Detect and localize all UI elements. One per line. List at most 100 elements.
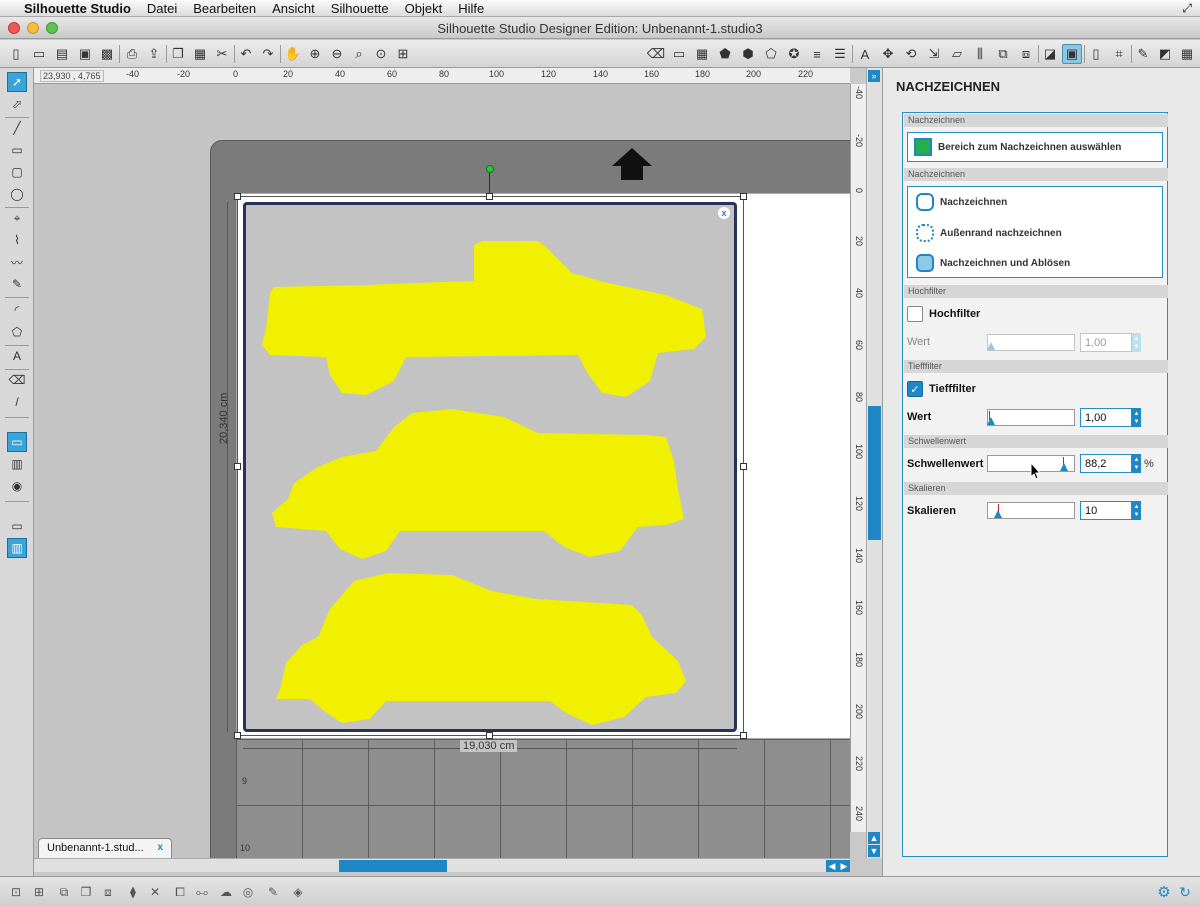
pan-hand-icon[interactable]: ✋	[283, 44, 303, 64]
point-edit-icon[interactable]: ⬀	[7, 94, 27, 114]
scroll-down-arrow-icon[interactable]: ▼	[868, 845, 880, 857]
polygon-tool-icon[interactable]: ⌖	[7, 208, 27, 228]
new-document-icon[interactable]: ▯	[6, 44, 26, 64]
grid-settings-icon[interactable]: ▦	[692, 44, 712, 64]
select-trace-area-button[interactable]: Bereich zum Nachzeichnen auswählen	[907, 132, 1163, 162]
menu-datei[interactable]: Datei	[139, 1, 185, 16]
scroll-left-arrow-icon[interactable]: ◀	[826, 860, 838, 872]
horizontal-scrollbar[interactable]: ◀ ▶	[34, 858, 850, 872]
menu-app-name[interactable]: Silhouette Studio	[16, 1, 139, 16]
release-compound-path-icon[interactable]: ❐	[76, 882, 96, 902]
zoom-selection-icon[interactable]: ⌕	[349, 44, 369, 64]
gear-icon[interactable]: ⚙	[1154, 882, 1174, 902]
highpass-slider-thumb[interactable]	[987, 342, 995, 350]
offset-shortcut-icon[interactable]: ◎	[238, 882, 258, 902]
resize-handle-s[interactable]	[486, 732, 493, 739]
highpass-value-input[interactable]: 1,00	[1080, 333, 1132, 352]
horizontal-scroll-thumb[interactable]	[339, 860, 447, 872]
offset-icon[interactable]: ◪	[1040, 44, 1060, 64]
fit-to-page-icon[interactable]: ⊞	[393, 44, 413, 64]
zoom-in-icon[interactable]: ⊕	[305, 44, 325, 64]
scroll-right-arrow-icon[interactable]: ▶	[838, 860, 850, 872]
document-tab[interactable]: Unbenannt-1.stud... x	[38, 838, 172, 858]
lowpass-slider-thumb[interactable]	[987, 417, 995, 425]
highpass-slider[interactable]	[987, 334, 1075, 351]
lowpass-slider[interactable]	[987, 409, 1075, 426]
duplicate-icon[interactable]: ⧫	[123, 882, 143, 902]
scale-icon[interactable]: ⇲	[924, 44, 944, 64]
trace-shortcut-icon[interactable]: ☁	[216, 882, 236, 902]
make-compound-path-icon[interactable]: ⧉	[54, 882, 74, 902]
scale-slider[interactable]	[987, 502, 1075, 519]
open-folder-icon[interactable]: ▭	[29, 44, 49, 64]
lowpass-stepper[interactable]: ▲ ▼	[1132, 408, 1141, 427]
knife-icon[interactable]: /	[7, 392, 27, 412]
save-to-library-icon[interactable]: ▩	[97, 44, 117, 64]
zoom-out-icon[interactable]: ⊖	[327, 44, 347, 64]
collapse-panel-icon[interactable]: »	[868, 70, 880, 82]
close-tab-icon[interactable]: x	[157, 842, 163, 853]
show-library-icon[interactable]: ▥	[7, 454, 27, 474]
delete-image-icon[interactable]: x	[718, 207, 730, 219]
save-icon[interactable]: ▣	[75, 44, 95, 64]
copy-icon[interactable]: ❐	[168, 44, 188, 64]
highpass-checkbox[interactable]	[907, 306, 923, 322]
ungroup-icon[interactable]: ⊞	[29, 882, 49, 902]
group-icon[interactable]: ⊡	[6, 882, 26, 902]
line-style-icon[interactable]: ☰	[830, 44, 850, 64]
trace-and-detach-option[interactable]: Nachzeichnen und Ablösen	[914, 250, 1070, 276]
vertical-scrollbar[interactable]: » ▲ ▼	[866, 68, 882, 858]
weld-icon[interactable]: ⧈	[98, 882, 118, 902]
menu-hilfe[interactable]: Hilfe	[450, 1, 492, 16]
resize-handle-w[interactable]	[234, 463, 241, 470]
menu-ansicht[interactable]: Ansicht	[264, 1, 323, 16]
fullscreen-icon[interactable]: ⤢	[1174, 1, 1200, 16]
show-cut-mat-icon[interactable]: ▭	[7, 432, 27, 452]
threshold-value-input[interactable]: 88,2	[1080, 454, 1132, 473]
resize-handle-sw[interactable]	[234, 732, 241, 739]
resize-handle-ne[interactable]	[740, 193, 747, 200]
design-store-icon[interactable]: ◩	[1155, 44, 1175, 64]
align-icon[interactable]: ⫼	[970, 44, 990, 64]
rectangle-tool-icon[interactable]: ▭	[7, 140, 27, 160]
scroll-up-arrow-icon[interactable]: ▲	[868, 832, 880, 844]
undo-icon[interactable]: ↶	[236, 44, 256, 64]
trace-outer-edge-option[interactable]: Außenrand nachzeichnen	[914, 220, 1062, 246]
trace-panel-icon[interactable]: ▣	[1062, 44, 1082, 64]
resize-handle-se[interactable]	[740, 732, 747, 739]
lowpass-value-input[interactable]: 1,00	[1080, 408, 1132, 427]
eraser-tool-icon[interactable]: ⌫	[646, 44, 666, 64]
shadow-icon[interactable]: ✪	[784, 44, 804, 64]
redo-icon[interactable]: ↷	[258, 44, 278, 64]
edit-points-shortcut-icon[interactable]: ✎	[263, 882, 283, 902]
move-icon[interactable]: ✥	[878, 44, 898, 64]
curve-tool-icon[interactable]: ⌇	[7, 230, 27, 250]
library-grid-icon[interactable]: ▦	[1177, 44, 1197, 64]
line-color-icon[interactable]: ≡	[807, 44, 827, 64]
scale-slider-thumb[interactable]	[994, 510, 1002, 518]
resize-handle-nw[interactable]	[234, 193, 241, 200]
lowpass-checkbox[interactable]: ✓	[907, 381, 923, 397]
freehand-tool-icon[interactable]: 〰	[7, 252, 27, 272]
shear-icon[interactable]: ▱	[947, 44, 967, 64]
menu-bearbeiten[interactable]: Bearbeiten	[185, 1, 264, 16]
modify-icon[interactable]: ⧈	[1016, 44, 1036, 64]
regular-polygon-icon[interactable]: ⬠	[7, 322, 27, 342]
resize-handle-e[interactable]	[740, 463, 747, 470]
scale-stepper[interactable]: ▲ ▼	[1132, 501, 1141, 520]
library-icon[interactable]: ▤	[52, 44, 72, 64]
arc-tool-icon[interactable]: ◜	[7, 300, 27, 320]
page-setup-icon[interactable]: ▭	[669, 44, 689, 64]
print-icon[interactable]: ⎙	[122, 44, 142, 64]
menu-silhouette[interactable]: Silhouette	[323, 1, 397, 16]
paste-icon[interactable]: ▦	[190, 44, 210, 64]
single-view-icon[interactable]: ▭	[7, 516, 27, 536]
text-tool-icon[interactable]: A	[7, 346, 27, 366]
drag-zoom-icon[interactable]: ⊙	[371, 44, 391, 64]
send-to-silhouette-icon[interactable]: ⇪	[144, 44, 164, 64]
trace-option[interactable]: Nachzeichnen	[914, 189, 1007, 215]
scale-value-input[interactable]: 10	[1080, 501, 1132, 520]
replicate-icon[interactable]: ⧉	[993, 44, 1013, 64]
rotation-handle[interactable]	[486, 165, 494, 173]
rounded-rect-tool-icon[interactable]: ▢	[7, 162, 27, 182]
